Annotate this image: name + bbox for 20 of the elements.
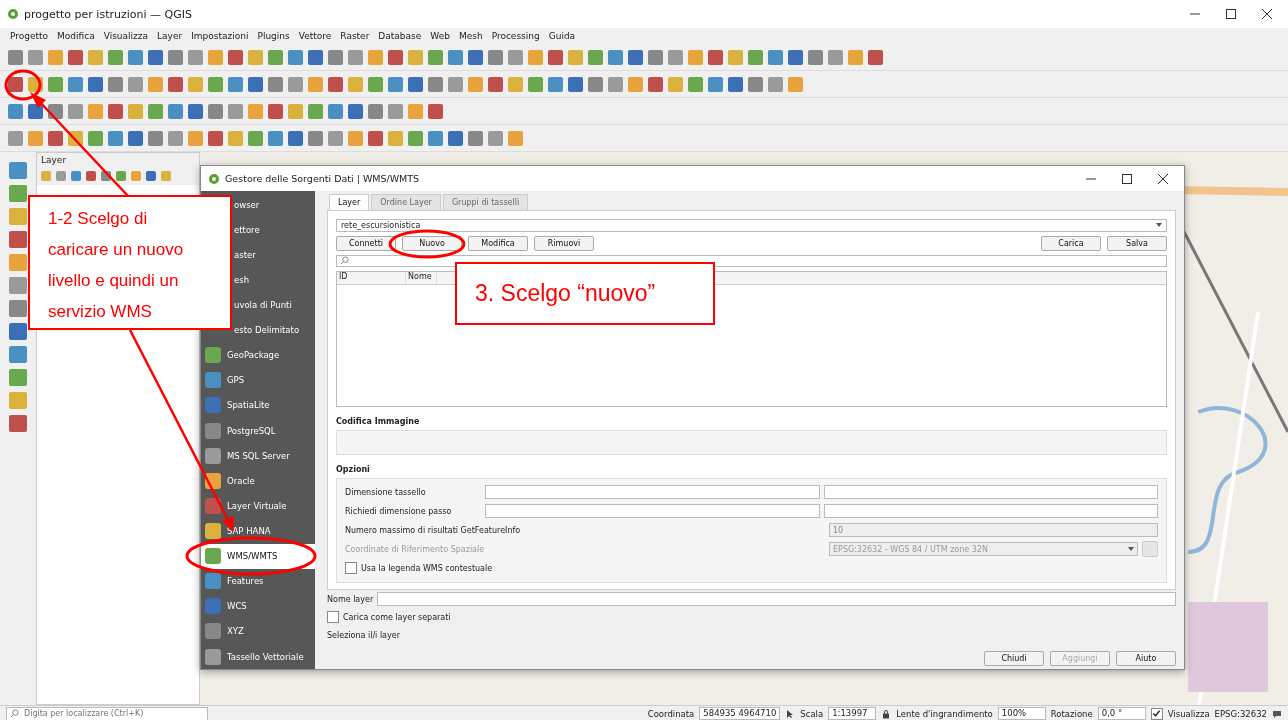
annotation-callout: 3. Scelgo “nuovo” — [455, 262, 715, 325]
rotation-label: Rotazione — [1050, 708, 1093, 719]
panel-title: Layer — [41, 155, 67, 165]
section-heading: Codifica Immagine — [336, 416, 421, 426]
option-label: Coordinate di Riferimento Spaziale — [345, 545, 486, 554]
option-label: Numero massimo di risultati GetFeatureInfo — [345, 526, 522, 535]
checkbox-label: Usa la legenda WMS contestuale — [361, 564, 493, 573]
status-text: Seleziona il/i layer — [327, 630, 400, 640]
scale-label: Scala — [800, 708, 824, 719]
window-title: progetto per istruzioni — QGIS — [24, 7, 192, 21]
checkbox-label: Carica come layer separati — [343, 612, 451, 622]
layer-name-label: Nome layer — [327, 594, 374, 604]
dialog-title: Gestore delle Sorgenti Dati | WMS/WMTS — [225, 173, 420, 184]
option-label: Dimensione tassello — [345, 488, 427, 497]
annotation-callout: 1-2 Scelgo di caricare un nuovo livello e quindi un servizio WMS — [28, 195, 232, 330]
section-heading: Opzioni — [336, 465, 371, 474]
coordinate-label: Coordinata — [647, 708, 695, 719]
option-label: Richiedi dimensione passo — [345, 507, 453, 516]
magnifier-label: Lente d'ingrandimento — [896, 708, 993, 719]
render-label: Visualizza — [1167, 708, 1210, 719]
